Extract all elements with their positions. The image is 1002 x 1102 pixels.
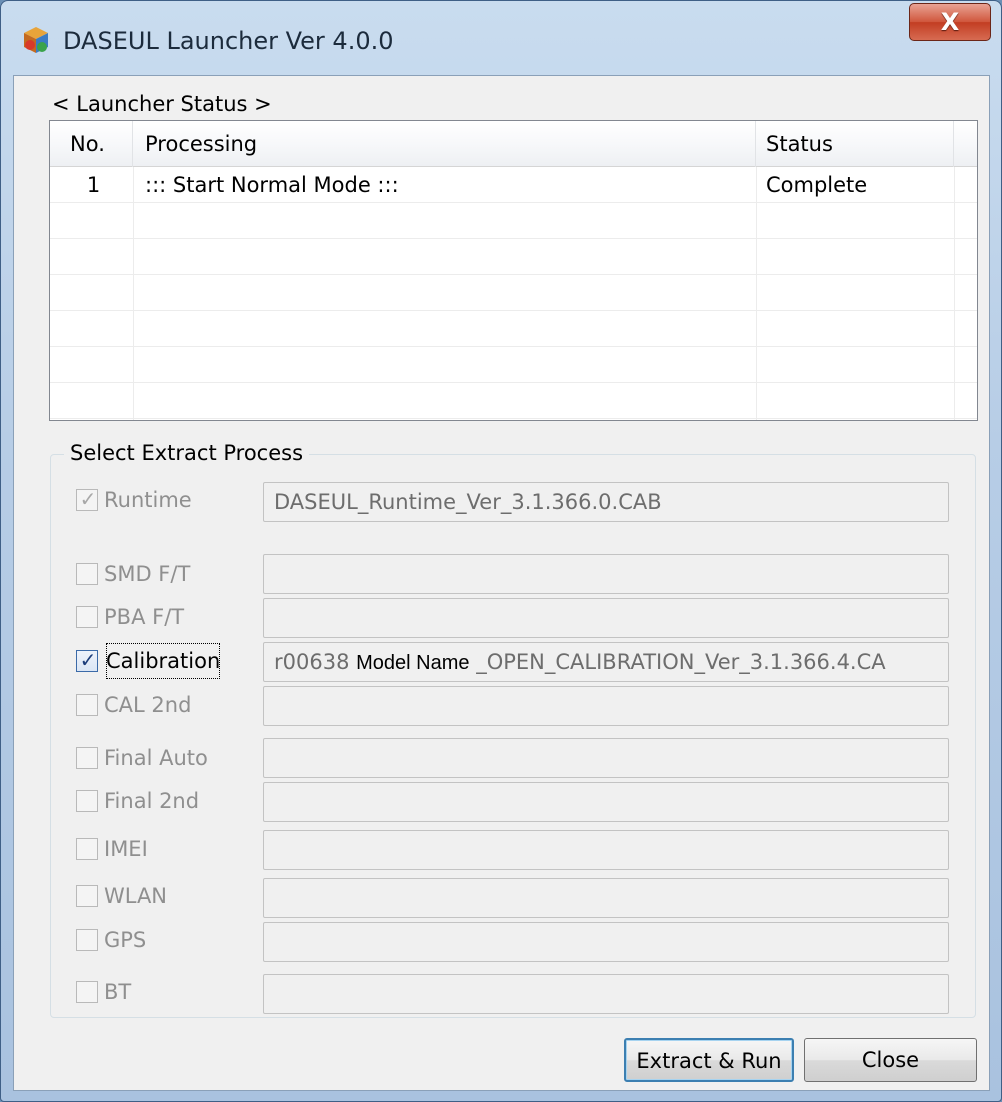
imei-file-field[interactable] bbox=[263, 830, 949, 870]
bt-label: BT bbox=[104, 980, 132, 1004]
column-header-no[interactable]: No. bbox=[50, 121, 133, 167]
table-row-empty bbox=[50, 203, 977, 239]
gps-checkbox[interactable] bbox=[76, 929, 98, 951]
app-package-icon bbox=[24, 27, 48, 53]
window-title: DASEUL Launcher Ver 4.0.0 bbox=[63, 27, 394, 55]
table-row-empty bbox=[50, 347, 977, 383]
wlan-file-field[interactable] bbox=[263, 878, 949, 918]
row-processing: ::: Start Normal Mode ::: bbox=[145, 173, 399, 197]
smd-ft-file-field[interactable] bbox=[263, 554, 949, 594]
extract-run-button[interactable]: Extract & Run bbox=[624, 1038, 794, 1082]
table-row[interactable]: 1 ::: Start Normal Mode ::: Complete bbox=[50, 167, 977, 203]
list-header: No. Processing Status bbox=[50, 121, 977, 167]
checkmark-icon: ✓ bbox=[79, 487, 97, 511]
bt-checkbox[interactable] bbox=[76, 981, 98, 1003]
final-auto-file-field[interactable] bbox=[263, 738, 949, 778]
final-auto-label: Final Auto bbox=[104, 746, 208, 770]
cal-2nd-file-field[interactable] bbox=[263, 686, 949, 726]
runtime-checkbox[interactable]: ✓ bbox=[76, 487, 98, 511]
column-header-status[interactable]: Status bbox=[756, 121, 954, 167]
pba-ft-file-field[interactable] bbox=[263, 598, 949, 638]
pba-ft-checkbox[interactable] bbox=[76, 606, 98, 628]
title-bar[interactable]: DASEUL Launcher Ver 4.0.0 X bbox=[1, 1, 1001, 77]
imei-label: IMEI bbox=[104, 837, 148, 861]
table-row-empty bbox=[50, 311, 977, 347]
calibration-label[interactable]: Calibration bbox=[104, 641, 222, 681]
column-header-processing[interactable]: Processing bbox=[133, 121, 756, 167]
final-2nd-file-field[interactable] bbox=[263, 782, 949, 822]
runtime-label: Runtime bbox=[104, 488, 192, 512]
table-row-empty bbox=[50, 239, 977, 275]
dialog-client-area: < Launcher Status > No. Processing Statu… bbox=[13, 75, 990, 1091]
imei-checkbox[interactable] bbox=[76, 838, 98, 860]
launcher-status-list[interactable]: No. Processing Status 1 ::: Start Normal… bbox=[49, 120, 978, 421]
final-2nd-label: Final 2nd bbox=[104, 789, 200, 813]
window-close-button[interactable]: X bbox=[909, 3, 991, 41]
checkmark-icon: ✓ bbox=[79, 648, 97, 672]
launcher-window: DASEUL Launcher Ver 4.0.0 X < Launcher S… bbox=[0, 0, 1002, 1102]
gps-label: GPS bbox=[104, 928, 147, 952]
gps-file-field[interactable] bbox=[263, 922, 949, 962]
pba-ft-label: PBA F/T bbox=[104, 605, 185, 629]
wlan-label: WLAN bbox=[104, 884, 168, 908]
bt-file-field[interactable] bbox=[263, 974, 949, 1014]
final-2nd-checkbox[interactable] bbox=[76, 790, 98, 812]
table-row-empty bbox=[50, 275, 977, 311]
calibration-file-field[interactable]: r00638 Model Name _OPEN_CALIBRATION_Ver_… bbox=[263, 642, 949, 682]
close-icon: X bbox=[940, 8, 960, 36]
smd-ft-checkbox[interactable] bbox=[76, 563, 98, 585]
model-name-overlay: Model Name bbox=[356, 652, 470, 674]
calibration-file-prefix: r00638 bbox=[274, 650, 350, 674]
cal-2nd-label: CAL 2nd bbox=[104, 693, 192, 717]
final-auto-checkbox[interactable] bbox=[76, 747, 98, 769]
table-row-empty bbox=[50, 383, 977, 419]
calibration-checkbox[interactable]: ✓ bbox=[76, 648, 98, 672]
runtime-file-field[interactable]: DASEUL_Runtime_Ver_3.1.366.0.CAB bbox=[263, 482, 949, 522]
smd-ft-label: SMD F/T bbox=[104, 562, 191, 586]
calibration-file-suffix: _OPEN_CALIBRATION_Ver_3.1.366.4.CA bbox=[476, 650, 886, 674]
close-button[interactable]: Close bbox=[804, 1038, 977, 1082]
wlan-checkbox[interactable] bbox=[76, 885, 98, 907]
launcher-status-label: < Launcher Status > bbox=[52, 92, 272, 116]
row-no: 1 bbox=[86, 173, 101, 197]
cal-2nd-checkbox[interactable] bbox=[76, 694, 98, 716]
row-status: Complete bbox=[766, 173, 868, 197]
extract-process-group-title: Select Extract Process bbox=[64, 438, 310, 468]
